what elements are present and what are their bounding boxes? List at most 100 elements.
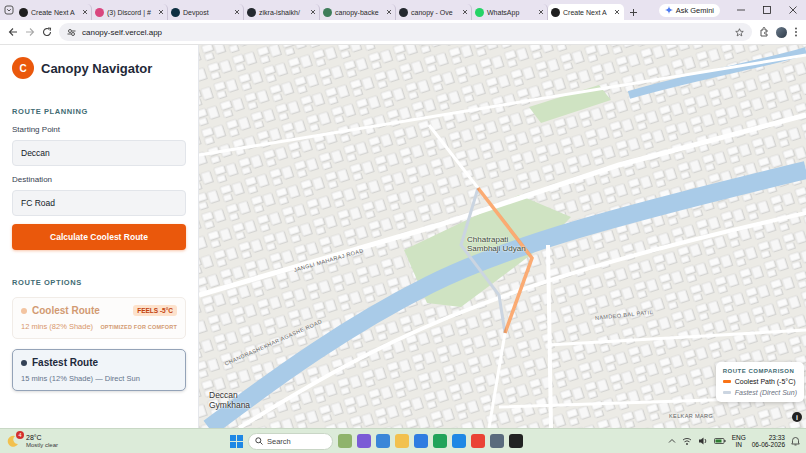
battery-icon[interactable] [714,436,726,446]
road [239,213,806,428]
tab-strip: Create Next A(3) Discord | #Devpostzikra… [0,0,806,20]
browser-tab[interactable]: Create Next A [16,4,92,20]
app-icon[interactable] [395,434,409,448]
sidebar: CCanopy NavigatorROUTE PLANNINGStarting … [0,45,199,428]
app-icon[interactable] [433,434,447,448]
close-icon [789,6,797,14]
close-icon[interactable] [538,9,544,15]
minimize-icon [737,6,745,14]
favicon-icon [551,8,560,17]
text-field[interactable]: FC Road [12,190,186,216]
maximize-button[interactable] [754,0,780,20]
tab-title: WhatsApp [487,9,535,16]
clock[interactable]: 23:3306-06-2026 [752,434,785,448]
favicon-icon [247,8,256,17]
url-field[interactable]: canopy-self.vercel.app [59,23,752,41]
map-ground [199,45,806,428]
bell-icon[interactable] [791,436,800,446]
chevron-up-icon[interactable] [668,437,676,445]
ask-gemini-label: Ask Gemini [676,6,714,15]
sparkle-icon [665,6,673,14]
reload-icon[interactable] [42,27,52,37]
menu-icon[interactable] [794,27,798,37]
route-details: 12 mins (82% Shade) [21,322,93,331]
close-icon[interactable] [82,9,88,15]
route-dot [21,308,27,314]
river [629,51,806,95]
taskbar: 428°CMostly clearSearchENGIN23:3306-06-2… [0,428,806,453]
legend-item: Coolest Path (-5°C) [723,378,797,385]
app-icon[interactable] [376,434,390,448]
info-button[interactable]: i [792,412,802,422]
calculate-button[interactable]: Calculate Coolest Route [12,224,186,250]
address-bar: canopy-self.vercel.app [0,20,806,45]
field-label: Starting Point [12,125,186,134]
close-icon[interactable] [462,9,468,15]
road [548,245,551,428]
close-icon[interactable] [614,9,620,15]
legend-label: Coolest Path (-5°C) [735,378,796,385]
language-indicator[interactable]: ENGIN [732,434,746,448]
map-buildings [199,45,806,428]
close-icon[interactable] [386,9,392,15]
browser-tab[interactable]: canopy-backe [320,4,396,20]
close-icon[interactable] [158,9,164,15]
profile-avatar-icon[interactable] [776,27,787,38]
url-text: canopy-self.vercel.app [82,28,729,37]
extensions-icon[interactable] [759,27,769,37]
route-title: Coolest Route [21,305,100,316]
legend-title: ROUTE COMPARISON [723,368,797,374]
app-icon[interactable] [509,434,523,448]
app-icon[interactable] [414,434,428,448]
windows-logo-icon[interactable] [230,435,243,448]
browser-tab[interactable]: Devpost [168,4,244,20]
speaker-icon[interactable] [698,436,708,446]
coolest-route-line[interactable] [478,188,532,333]
back-arrow-icon[interactable] [8,27,18,37]
river [209,170,806,428]
site-info-icon[interactable] [67,28,76,37]
app-icon[interactable] [338,434,352,448]
fastest-route-line[interactable] [461,188,505,333]
text-field[interactable]: Deccan [12,140,186,166]
legend-swatch [723,380,731,383]
taskbar-search[interactable]: Search [248,433,333,450]
route-tag: OPTIMIZED FOR COMFORT [100,324,177,330]
route-badge: FEELS -5°C [133,305,177,316]
tab-title: Create Next A [563,9,611,16]
park-area [529,85,611,123]
weather-icon-wrap: 4 [6,434,20,448]
region: IN [735,441,742,448]
app-icon[interactable] [357,434,371,448]
route-card[interactable]: Coolest Route FEELS -5°C 12 mins (82% Shad… [12,297,186,339]
close-icon[interactable] [234,9,240,15]
ask-gemini-button[interactable]: Ask Gemini [659,4,720,17]
network-icon[interactable] [682,436,692,446]
route-details: 15 mins (12% Shade) — Direct Sun [21,374,140,383]
weather-widget[interactable]: 428°CMostly clear [6,434,206,448]
app-icon[interactable] [471,434,485,448]
temperature: 28°C [26,434,58,442]
forward-arrow-icon[interactable] [25,27,35,37]
browser-tab[interactable]: canopy - Ove [396,4,472,20]
legend-item: Fastest (Direct Sun) [723,389,797,396]
browser-tab[interactable]: (3) Discord | # [92,4,168,20]
route-card[interactable]: Fastest Route15 mins (12% Shade) — Direc… [12,349,186,391]
app-icon[interactable] [452,434,466,448]
route-info: 15 mins (12% Shade) — Direct Sun [21,374,177,383]
browser-tab[interactable]: zikra-ishaikh/ [244,4,320,20]
plus-icon[interactable] [629,8,638,17]
map[interactable]: Chhatrapati Sambhaji UdyanDeccan Gymkhan… [199,45,806,428]
close-icon[interactable] [310,9,316,15]
app-icon[interactable] [490,434,504,448]
minimize-button[interactable] [728,0,754,20]
star-icon[interactable] [735,28,744,37]
browser-tab[interactable]: WhatsApp [472,4,548,20]
search-icon [255,437,263,445]
tab-search-icon[interactable] [4,5,14,15]
close-window-button[interactable] [780,0,806,20]
app-title: Canopy Navigator [41,61,152,76]
route-dot [21,360,27,366]
road [429,125,532,428]
browser-tab[interactable]: Create Next A [548,4,624,20]
